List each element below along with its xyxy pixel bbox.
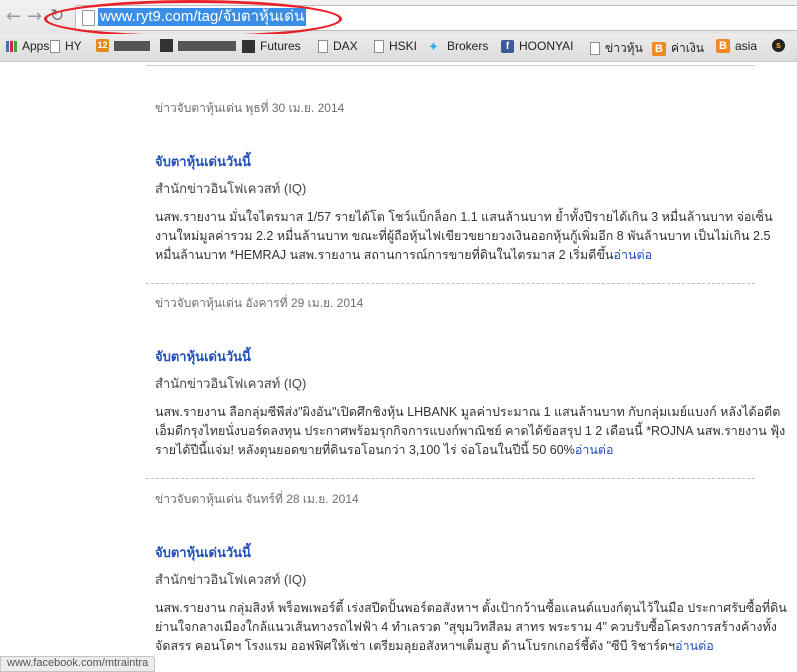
bookmark-dark-site[interactable] (160, 39, 236, 52)
article-title-link[interactable]: จับตาหุ้นเด่นวันนี้ (146, 151, 786, 172)
back-arrow-icon[interactable]: ← (6, 6, 21, 27)
article-title-link[interactable]: จับตาหุ้นเด่นวันนี้ (146, 542, 786, 563)
article-summary: นสพ.รายงาน ลือกลุ่มซีพีส่ง"ผิงอัน"เปิดศึ… (155, 405, 786, 457)
page-icon (50, 39, 60, 53)
bookmark-orange-site[interactable]: 12 (96, 39, 150, 52)
page-content: ข่าวจับตาหุ้นเด่น พุธที่ 30 เม.ย. 2014 จ… (0, 62, 797, 665)
facebook-icon: f (501, 39, 514, 53)
s-site-icon: s (772, 39, 785, 52)
bookmark-futures[interactable]: Futures (242, 39, 301, 53)
bookmark-brokers[interactable]: ✦ Brokers (428, 39, 488, 53)
bookmark-asia[interactable]: B asia (716, 39, 757, 53)
date-label: ข่าวจับตาหุ้นเด่น พุธที่ 30 เม.ย. 2014 (155, 101, 345, 115)
twitter-icon: ✦ (428, 38, 439, 54)
blogger-icon: B (716, 39, 730, 53)
orange-site-icon: 12 (96, 39, 109, 52)
source-label: สำนักข่าวอินโฟเควสท์ (IQ) (155, 572, 307, 587)
read-more-link[interactable]: อ่านต่อ (575, 443, 614, 457)
bookmark-hy[interactable]: HY (50, 39, 82, 53)
source-label: สำนักข่าวอินโฟเควสท์ (IQ) (155, 376, 307, 391)
divider (146, 65, 755, 66)
bookmark-apps[interactable]: Apps (6, 39, 49, 53)
bookmark-hski[interactable]: HSKI (374, 39, 417, 53)
bookmark-s[interactable]: s (772, 39, 790, 52)
date-label: ข่าวจับตาหุ้นเด่น จันทร์ที่ 28 เม.ย. 201… (155, 492, 359, 506)
source-label: สำนักข่าวอินโฟเควสท์ (IQ) (155, 181, 307, 196)
bookmark-dax[interactable]: DAX (318, 39, 358, 53)
news-item: ข่าวจับตาหุ้นเด่น อังคารที่ 29 เม.ย. 201… (146, 294, 786, 479)
divider (146, 283, 755, 284)
bookmark-khao-hun[interactable]: ข่าวหุ้น (590, 39, 643, 58)
browser-toolbar: ← → ↻ www.ryt9.com/tag/จับตาหุ้นเด่น (0, 0, 797, 38)
article-summary: นสพ.รายงาน กลุ่มสิงห์ พร็อพเพอร์ตี้ เร่ง… (155, 601, 787, 653)
article-title-link[interactable]: จับตาหุ้นเด่นวันนี้ (146, 346, 786, 367)
dark-site-icon (242, 39, 255, 53)
dark-site-icon (160, 39, 173, 52)
page-icon (590, 42, 600, 55)
date-label: ข่าวจับตาหุ้นเด่น อังคารที่ 29 เม.ย. 201… (155, 296, 364, 310)
blogger-icon: B (652, 41, 666, 56)
redacted-label (178, 40, 236, 51)
bookmark-hoonyai[interactable]: f HOONYAI (501, 39, 573, 53)
apps-grid-icon (6, 40, 17, 52)
redacted-label (114, 40, 150, 51)
news-item: ข่าวจับตาหุ้นเด่น พุธที่ 30 เม.ย. 2014 จ… (146, 99, 786, 284)
news-item: ข่าวจับตาหุ้นเด่น จันทร์ที่ 28 เม.ย. 201… (146, 490, 787, 656)
red-highlight-oval (44, 0, 342, 38)
article-summary: นสพ.รายงาน มั่นใจไตรมาส 1/57 รายได้โต โช… (155, 210, 773, 262)
read-more-link[interactable]: อ่านต่อ (613, 248, 652, 262)
read-more-link[interactable]: อ่านต่อ (675, 639, 714, 653)
status-bar-url: www.facebook.com/mtraintra (0, 656, 156, 672)
divider (146, 478, 755, 479)
bookmarks-bar: Apps HY 12 Futures DAX HSKI ✦ Brokers f … (0, 34, 797, 62)
page-icon (374, 39, 384, 53)
bookmark-kha-ngoen[interactable]: B ค่าเงิน (652, 39, 704, 58)
forward-arrow-icon[interactable]: → (27, 6, 42, 27)
page-icon (318, 39, 328, 53)
